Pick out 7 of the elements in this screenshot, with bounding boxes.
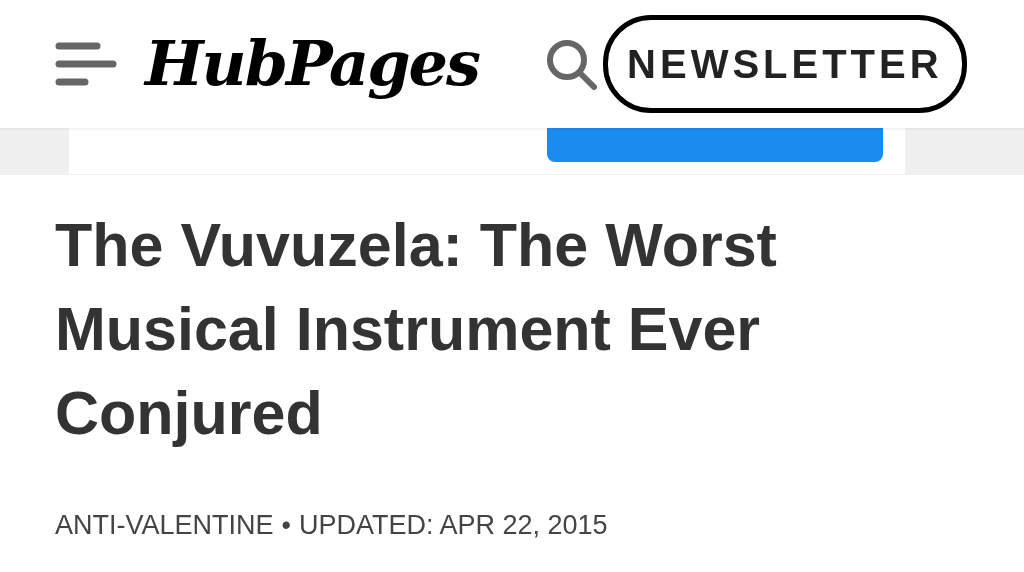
menu-icon[interactable]	[55, 40, 117, 88]
separator: •	[281, 509, 291, 542]
newsletter-button[interactable]: NEWSLETTER	[602, 15, 967, 113]
updated-date: UPDATED: APR 22, 2015	[299, 509, 608, 542]
search-icon[interactable]	[544, 38, 597, 90]
category-link[interactable]: ANTI-VALENTINE	[55, 505, 274, 546]
article-title: The Vuvuzela: The Worst Musical Instrument Ever Conjured	[55, 210, 778, 449]
